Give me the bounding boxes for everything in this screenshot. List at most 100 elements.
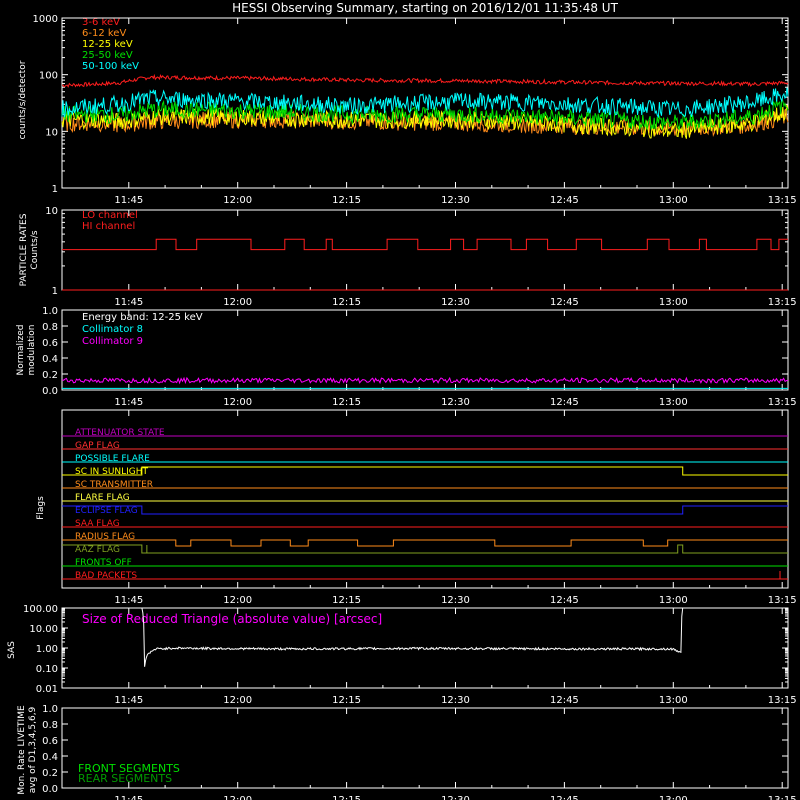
particle-ylabel-1: PARTICLE RATES <box>19 213 29 286</box>
rates-legend-25-50: 25-50 keV <box>82 50 133 61</box>
modulation-ylabel-1: Normalized <box>16 324 26 375</box>
rates-ylabel: counts/s/detector <box>18 60 28 139</box>
livetime-ytick-label: 1.0 <box>42 704 58 715</box>
sas-xtick-label: 12:30 <box>441 695 470 706</box>
modulation-ytick-label: 1.0 <box>42 306 58 317</box>
flags-xtick-label: 11:45 <box>114 595 143 606</box>
livetime-panel: FRONT SEGMENTS REAR SEGMENTS Mon. Rate L… <box>17 705 180 795</box>
sas-ytick-label: 100.00 <box>23 604 58 615</box>
flag-line-aaz-flag <box>62 544 788 554</box>
rates-xtick-label: 12:00 <box>223 195 252 206</box>
sas-xtick-label: 12:00 <box>223 695 252 706</box>
rates-xtick-label: 11:45 <box>114 195 143 206</box>
livetime-ylabel-1: Mon. Rate LIVETIME <box>17 705 27 795</box>
livetime-ytick-label: 0.0 <box>42 784 58 795</box>
sas-xtick-label: 12:15 <box>332 695 361 706</box>
rates-xtick-label: 12:45 <box>550 195 579 206</box>
particle-xtick-label: 13:15 <box>768 297 797 308</box>
flags-xtick-label: 13:15 <box>768 595 797 606</box>
livetime-ytick-label: 0.6 <box>42 736 58 747</box>
rates-legend-50-100: 50-100 keV <box>82 61 139 72</box>
rates-legend-3-6: 3-6 keV <box>82 17 120 28</box>
flags-ylabel: Flags <box>36 496 46 520</box>
sas-xtick-label: 13:00 <box>659 695 688 706</box>
rates-series-3-6-keV <box>61 73 789 88</box>
flags-xtick-label: 12:00 <box>223 595 252 606</box>
modulation-legend-c9: Collimator 9 <box>82 336 143 347</box>
livetime-ytick-label: 0.4 <box>42 752 58 763</box>
modulation-legend-c8: Collimator 8 <box>82 324 143 335</box>
modulation-xtick-label: 12:00 <box>223 397 252 408</box>
rates-ytick-label: 1 <box>52 184 58 195</box>
modulation-ytick-label: 0.4 <box>42 354 58 365</box>
sas-ylabel: SAS <box>7 641 17 659</box>
flags-frame <box>61 409 789 589</box>
modulation-xtick-label: 12:45 <box>550 397 579 408</box>
flags-xtick-label: 12:30 <box>441 595 470 606</box>
particle-legend-lo: LO channel <box>82 210 138 221</box>
livetime-xtick-label: 12:30 <box>441 795 470 800</box>
flag-line-eclipse-flag <box>62 505 788 515</box>
livetime-xtick-label: 13:00 <box>659 795 688 800</box>
modulation-ylabel-2: modulation <box>27 325 37 376</box>
sas-xtick-label: 11:45 <box>114 695 143 706</box>
rates-ytick-label: 1000 <box>33 14 58 25</box>
particle-xtick-label: 12:30 <box>441 297 470 308</box>
particle-series-lo <box>61 238 788 251</box>
particle-panel: LO channel HI channel PARTICLE RATES Cou… <box>19 210 138 286</box>
livetime-xtick-label: 12:45 <box>550 795 579 800</box>
livetime-xtick-label: 11:45 <box>114 795 143 800</box>
flag-line-bad-packets <box>62 571 788 580</box>
modulation-energy-band: Energy band: 12-25 keV <box>82 312 203 323</box>
flags-panel: Flags <box>36 496 46 520</box>
livetime-ytick-label: 0.8 <box>42 720 58 731</box>
particle-legend-hi: HI channel <box>82 221 135 232</box>
flags-xtick-label: 12:15 <box>332 595 361 606</box>
modulation-series-c9 <box>61 376 789 385</box>
livetime-legend-rear: REAR SEGMENTS <box>78 772 172 785</box>
modulation-ytick-label: 0.0 <box>42 386 58 397</box>
modulation-ytick-label: 0.8 <box>42 322 58 333</box>
particle-xtick-label: 11:45 <box>114 297 143 308</box>
livetime-ytick-label: 0.2 <box>42 768 58 779</box>
modulation-xtick-label: 11:45 <box>114 397 143 408</box>
livetime-xtick-label: 12:00 <box>223 795 252 800</box>
modulation-xtick-label: 12:15 <box>332 397 361 408</box>
sas-ytick-label: 1.00 <box>36 644 58 655</box>
rates-ytick-label: 10 <box>45 127 58 138</box>
rates-xtick-label: 12:30 <box>441 195 470 206</box>
rates-xtick-label: 12:15 <box>332 195 361 206</box>
flag-label-aaz-flag: AAZ FLAG <box>75 545 120 555</box>
particle-ylabel-2: Counts/s <box>30 230 40 269</box>
particle-xtick-label: 12:45 <box>550 297 579 308</box>
sas-ytick-label: 10.00 <box>29 624 58 635</box>
particle-ytick-label: 1 <box>52 286 58 297</box>
particle-ytick-label: 10 <box>45 206 58 217</box>
rates-ytick-label: 100 <box>39 71 58 82</box>
sas-xtick-label: 12:45 <box>550 695 579 706</box>
rates-xtick-label: 13:00 <box>659 195 688 206</box>
particle-xtick-label: 12:15 <box>332 297 361 308</box>
flag-line-sc-in-sunlight <box>62 466 788 476</box>
livetime-xtick-label: 12:15 <box>332 795 361 800</box>
modulation-xtick-label: 13:15 <box>768 397 797 408</box>
flags-xtick-label: 12:45 <box>550 595 579 606</box>
rates-legend-6-12: 6-12 keV <box>82 28 126 39</box>
chart-title: HESSI Observing Summary, starting on 201… <box>232 1 618 15</box>
rates-legend-12-25: 12-25 keV <box>82 39 133 50</box>
livetime-ylabel-2: avg of D1,3,4,5,6,9 <box>28 706 38 793</box>
sas-ytick-label: 0.10 <box>36 664 58 675</box>
rates-xtick-label: 13:15 <box>768 195 797 206</box>
modulation-xtick-label: 13:00 <box>659 397 688 408</box>
sas-ytick-label: 0.01 <box>36 684 58 695</box>
sas-annotation: Size of Reduced Triangle (absolute value… <box>82 612 382 626</box>
modulation-xtick-label: 12:30 <box>441 397 470 408</box>
sas-xtick-label: 13:15 <box>768 695 797 706</box>
hessi-summary-plot: HESSI Observing Summary, starting on 201… <box>7 1 797 800</box>
flag-label-eclipse-flag: ECLIPSE FLAG <box>75 506 138 516</box>
particle-xtick-label: 13:00 <box>659 297 688 308</box>
modulation-ytick-label: 0.6 <box>42 338 58 349</box>
livetime-xtick-label: 13:15 <box>768 795 797 800</box>
particle-xtick-label: 12:00 <box>223 297 252 308</box>
sas-panel: Size of Reduced Triangle (absolute value… <box>7 612 382 659</box>
